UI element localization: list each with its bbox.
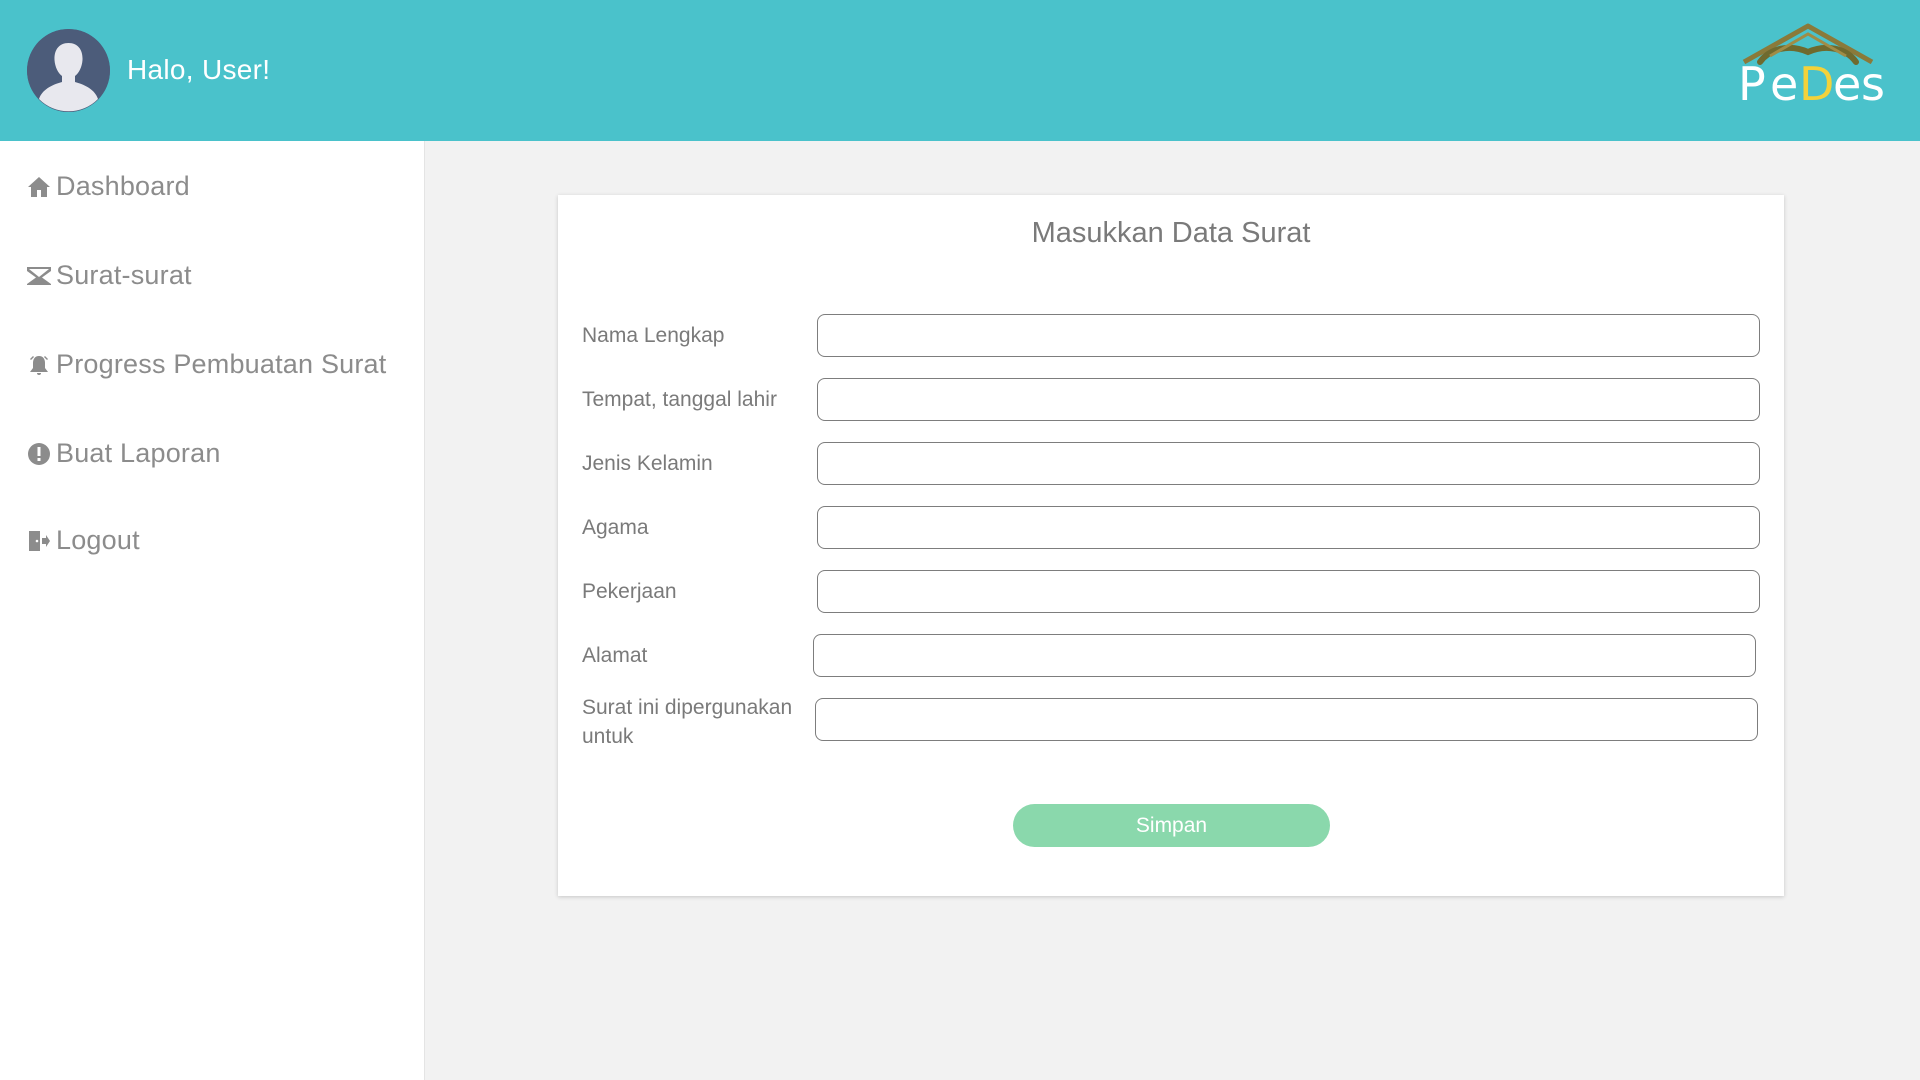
- sidebar-item-logout[interactable]: Logout: [26, 525, 140, 556]
- pedes-logo[interactable]: P e D e s: [1730, 22, 1886, 111]
- tempat-tanggal-lahir-input[interactable]: [817, 378, 1760, 421]
- sidebar-item-surat-surat[interactable]: Surat-surat: [26, 260, 192, 291]
- sidebar-item-progress-pembuatan-surat[interactable]: Progress Pembuatan Surat: [26, 349, 386, 380]
- pedes-logo-image: P e D e s: [1738, 23, 1885, 111]
- field-label-tempat-tanggal-lahir: Tempat, tanggal lahir: [582, 388, 777, 411]
- user-silhouette-icon: [27, 29, 110, 112]
- field-label-agama: Agama: [582, 516, 649, 539]
- sidebar-item-label: Progress Pembuatan Surat: [56, 349, 387, 379]
- field-label-nama-lengkap: Nama Lengkap: [582, 324, 725, 347]
- form-title: Masukkan Data Surat: [1031, 217, 1311, 249]
- svg-text:e: e: [1833, 57, 1861, 108]
- form-card: Masukkan Data Surat Nama Lengkap Tempat,…: [558, 195, 1784, 896]
- svg-text:P: P: [1738, 57, 1766, 108]
- svg-text:e: e: [1770, 57, 1798, 108]
- field-label-alamat: Alamat: [582, 644, 648, 667]
- avatar[interactable]: [27, 29, 110, 112]
- greeting-text: Halo, User!: [127, 54, 271, 85]
- sidebar: Dashboard Surat-surat Progress Pembuatan…: [0, 141, 425, 1080]
- field-label-surat-dipergunakan-untuk: Surat ini dipergunakan untuk: [582, 696, 793, 748]
- envelope-icon: [26, 263, 52, 289]
- sidebar-item-buat-laporan[interactable]: Buat Laporan: [26, 438, 221, 469]
- field-label-pekerjaan: Pekerjaan: [582, 580, 677, 603]
- field-label-jenis-kelamin: Jenis Kelamin: [582, 452, 713, 475]
- alamat-input[interactable]: [813, 634, 1756, 677]
- simpan-button[interactable]: Simpan: [1013, 804, 1330, 847]
- sign-out-icon: [26, 528, 52, 554]
- alarm-bell-icon: [26, 352, 52, 378]
- sidebar-item-label: Logout: [56, 525, 140, 555]
- svg-text:D: D: [1799, 57, 1834, 108]
- pekerjaan-input[interactable]: [817, 570, 1760, 613]
- exclamation-circle-icon: [26, 441, 52, 467]
- svg-text:s: s: [1861, 57, 1885, 108]
- jenis-kelamin-input[interactable]: [817, 442, 1760, 485]
- sidebar-item-label: Dashboard: [56, 171, 190, 201]
- agama-input[interactable]: [817, 506, 1760, 549]
- nama-lengkap-input[interactable]: [817, 314, 1760, 357]
- sidebar-item-dashboard[interactable]: Dashboard: [26, 171, 190, 202]
- top-header: Halo, User! P e D e s: [0, 0, 1920, 141]
- surat-dipergunakan-untuk-input[interactable]: [815, 698, 1758, 741]
- sidebar-item-label: Buat Laporan: [56, 438, 221, 468]
- sidebar-item-label: Surat-surat: [56, 260, 192, 290]
- home-icon: [26, 174, 52, 200]
